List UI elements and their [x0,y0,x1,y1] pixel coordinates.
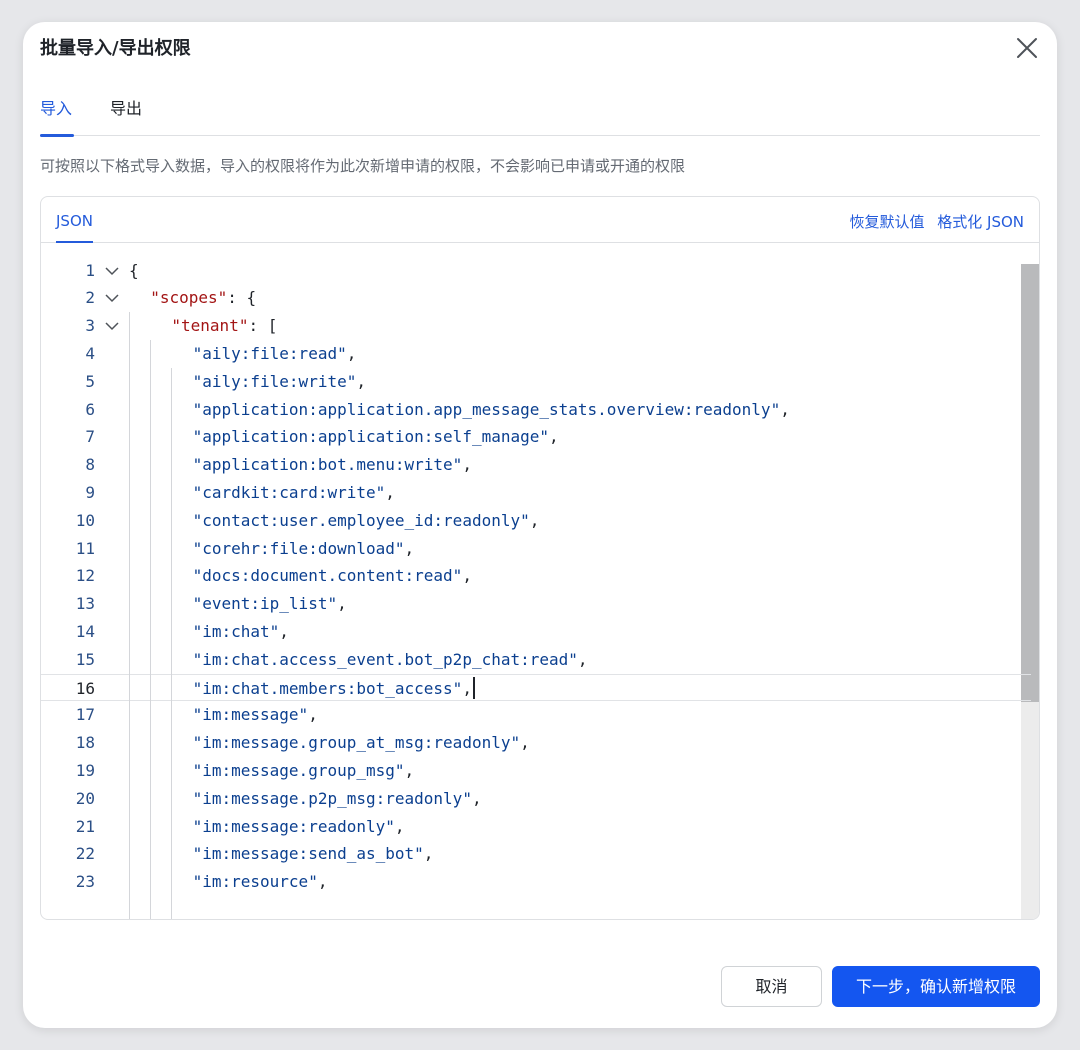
close-icon [1017,38,1037,58]
code-line[interactable]: 12 "docs:document.content:read", [41,562,1031,590]
line-number: 14 [75,621,95,641]
code-text: "scopes": { [150,288,257,308]
code-line[interactable]: 19 "im:message.group_msg", [41,757,1031,785]
tab-active-indicator [40,134,74,137]
line-number: 21 [75,816,95,836]
chevron-down-icon[interactable] [103,257,121,285]
code-text: "im:message:readonly", [192,816,405,836]
code-text: "contact:user.employee_id:readonly", [192,510,540,530]
code-text: "application:application.app_message_sta… [192,399,790,419]
code-line[interactable]: 7 "application:application:self_manage", [41,423,1031,451]
line-number: 22 [75,844,95,864]
code-line[interactable]: 8 "application:bot.menu:write", [41,451,1031,479]
import-description: 可按照以下格式导入数据，导入的权限将作为此次新增申请的权限，不会影响已申请或开通… [40,157,686,175]
line-number: 8 [85,455,95,475]
json-editor: JSON 恢复默认值 格式化 JSON 1{2 "scopes": {3 "tena… [40,196,1040,920]
code-line[interactable]: 14 "im:chat", [41,618,1031,646]
code-line[interactable]: 3 "tenant": [ [41,312,1031,340]
code-line[interactable]: 20 "im:message.p2p_msg:readonly", [41,785,1031,813]
line-number: 20 [75,788,95,808]
chevron-down-icon[interactable] [103,312,121,340]
code-text: "docs:document.content:read", [192,566,472,586]
text-cursor [472,676,475,699]
code-line[interactable]: 22 "im:message:send_as_bot", [41,840,1031,868]
code-line[interactable]: 18 "im:message.group_at_msg:readonly", [41,729,1031,757]
code-text: "im:message.group_msg", [192,760,415,780]
close-button[interactable] [1015,36,1039,60]
indent-guide [171,367,173,919]
code-text: "im:chat.members:bot_access", [193,675,475,703]
line-number: 2 [85,288,95,308]
tab-import[interactable]: 导入 [40,94,74,137]
code-line[interactable]: 23 "im:resource", [41,868,1031,896]
import-export-permissions-dialog: 批量导入/导出权限 导入 导出 可按照以下格式导入数据，导入的权限将作为此次新增… [23,22,1057,1028]
line-number: 7 [85,427,95,447]
code-text: { [129,260,139,280]
indent-guide [150,339,152,919]
reset-default-button[interactable]: 恢复默认值 [849,213,924,231]
code-line[interactable]: 2 "scopes": { [41,284,1031,312]
next-confirm-button[interactable]: 下一步，确认新增权限 [832,966,1040,1007]
line-number: 10 [75,510,95,530]
tab-export-label: 导出 [110,99,143,118]
editor-tab-json[interactable]: JSON [56,197,93,243]
dialog-title: 批量导入/导出权限 [40,38,191,59]
code-text: "im:chat", [192,621,289,641]
line-number: 18 [75,733,95,753]
code-line[interactable]: 17 "im:message", [41,701,1031,729]
tab-import-label: 导入 [40,99,73,118]
line-number: 19 [75,760,95,780]
line-number: 4 [85,343,95,363]
code-text: "im:chat.access_event.bot_p2p_chat:read"… [192,649,588,669]
code-text: "application:bot.menu:write", [192,455,472,475]
cancel-button[interactable]: 取消 [721,966,822,1007]
code-text: "im:message.p2p_msg:readonly", [192,788,482,808]
editor-tab-indicator [56,241,93,243]
editor-header: JSON 恢复默认值 格式化 JSON [41,197,1039,243]
code-line[interactable]: 4 "aily:file:read", [41,340,1031,368]
tab-export[interactable]: 导出 [110,94,142,136]
code-text: "im:message.group_at_msg:readonly", [192,733,530,753]
code-text: "aily:file:read", [192,343,357,363]
line-number: 1 [85,260,95,280]
code-area[interactable]: 1{2 "scopes": {3 "tenant": [4 "aily:file:re… [41,244,1039,919]
chevron-down-icon[interactable] [103,284,121,312]
code-text: "im:message:send_as_bot", [192,844,434,864]
code-line[interactable]: 11 "corehr:file:download", [41,535,1031,563]
editor-tab-json-label: JSON [56,212,93,230]
line-number: 16 [75,678,95,698]
code-line[interactable]: 1{ [41,257,1031,285]
tab-bar: 导入 导出 [40,94,1040,137]
code-text: "corehr:file:download", [192,538,415,558]
format-json-button[interactable]: 格式化 JSON [937,213,1024,231]
code-line[interactable]: 9 "cardkit:card:write", [41,479,1031,507]
code-text: "cardkit:card:write", [192,482,395,502]
code-text: "tenant": [ [171,316,278,336]
code-text: "im:resource", [192,872,328,892]
code-text: "im:message", [192,705,318,725]
line-number: 5 [85,371,95,391]
line-number: 13 [75,594,95,614]
line-number: 3 [85,316,95,336]
line-number: 6 [85,399,95,419]
code-line[interactable]: 15 "im:chat.access_event.bot_p2p_chat:rea… [41,646,1031,674]
code-line[interactable]: 10 "contact:user.employee_id:readonly", [41,507,1031,535]
code-text: "application:application:self_manage", [192,427,559,447]
editor-actions: 恢复默认值 格式化 JSON [841,197,1024,243]
code-line[interactable]: 6 "application:application.app_message_st… [41,396,1031,424]
code-line[interactable]: 16 "im:chat.members:bot_access", [41,673,1031,703]
code-line[interactable]: 21 "im:message:readonly", [41,813,1031,841]
code-text: "aily:file:write", [192,371,366,391]
code-line[interactable]: 13 "event:ip_list", [41,590,1031,618]
line-number: 9 [85,482,95,502]
line-number: 17 [75,705,95,725]
indent-guide [129,312,130,919]
code-text: "event:ip_list", [192,594,347,614]
code-line[interactable]: 5 "aily:file:write", [41,368,1031,396]
line-number: 12 [75,566,95,586]
line-number: 11 [75,538,95,558]
line-number: 23 [75,872,95,892]
line-number: 15 [75,649,95,669]
